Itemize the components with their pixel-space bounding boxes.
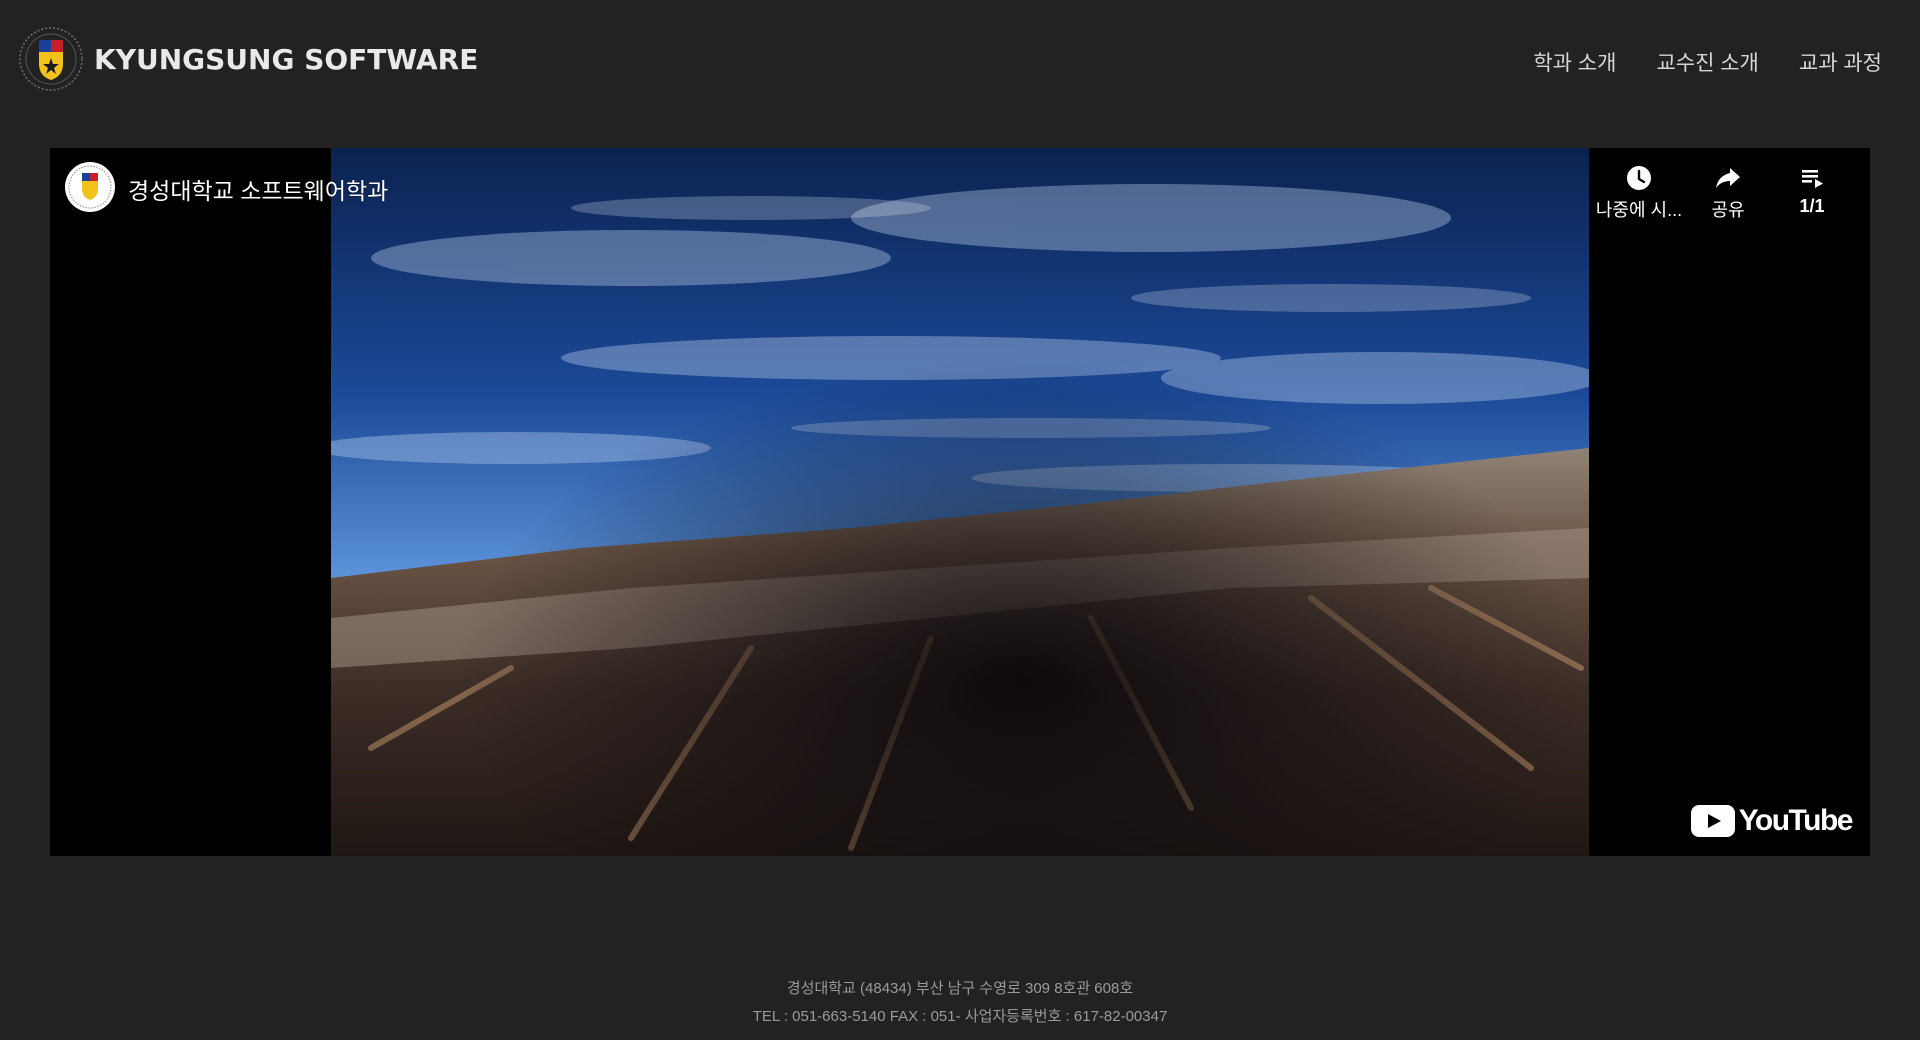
share-icon — [1716, 168, 1740, 188]
main-nav: 학과 소개 교수진 소개 교과 과정 — [1533, 47, 1882, 77]
nav-item-faculty-intro[interactable]: 교수진 소개 — [1656, 47, 1758, 77]
video-thumbnail[interactable] — [331, 148, 1589, 856]
share-button[interactable]: 공유 — [1680, 164, 1776, 222]
clock-icon — [1627, 166, 1651, 190]
youtube-logo-link[interactable]: YouTube — [1690, 804, 1854, 838]
watch-later-button[interactable]: 나중에 시... — [1591, 164, 1687, 222]
site-footer: 경성대학교 (48434) 부산 남구 수영로 309 8호관 608호 TEL… — [0, 975, 1920, 1031]
youtube-play-icon — [1690, 805, 1735, 837]
sky-landscape-image — [331, 148, 1589, 856]
nav-item-department-intro[interactable]: 학과 소개 — [1533, 47, 1616, 77]
playlist-count: 1/1 — [1799, 196, 1825, 216]
footer-address: 경성대학교 (48434) 부산 남구 수영로 309 8호관 608호 — [786, 980, 1134, 997]
university-emblem-icon — [19, 27, 83, 91]
brand-home-link[interactable]: KYUNGSUNG SOFTWARE — [18, 26, 478, 92]
video-title[interactable]: 경성대학교 소프트웨어학과 — [128, 172, 388, 206]
youtube-wordmark: YouTube — [1738, 804, 1854, 837]
nav-item-curriculum[interactable]: 교과 과정 — [1799, 47, 1882, 77]
site-header: KYUNGSUNG SOFTWARE 학과 소개 교수진 소개 교과 과정 — [0, 0, 1920, 120]
footer-contact: TEL : 051-663-5140 FAX : 051- 사업자등록번호 : … — [752, 1008, 1168, 1025]
channel-avatar-icon[interactable] — [65, 162, 115, 212]
playlist-icon — [1802, 170, 1823, 188]
watch-later-label: 나중에 시... — [1595, 200, 1683, 220]
brand-title: KYUNGSUNG SOFTWARE — [94, 42, 479, 76]
youtube-video-player[interactable]: 경성대학교 소프트웨어학과 나중에 시... 공유 1/1 YouTube — [50, 148, 1870, 856]
playlist-button[interactable]: 1/1 — [1764, 164, 1860, 217]
share-label: 공유 — [1711, 200, 1745, 220]
